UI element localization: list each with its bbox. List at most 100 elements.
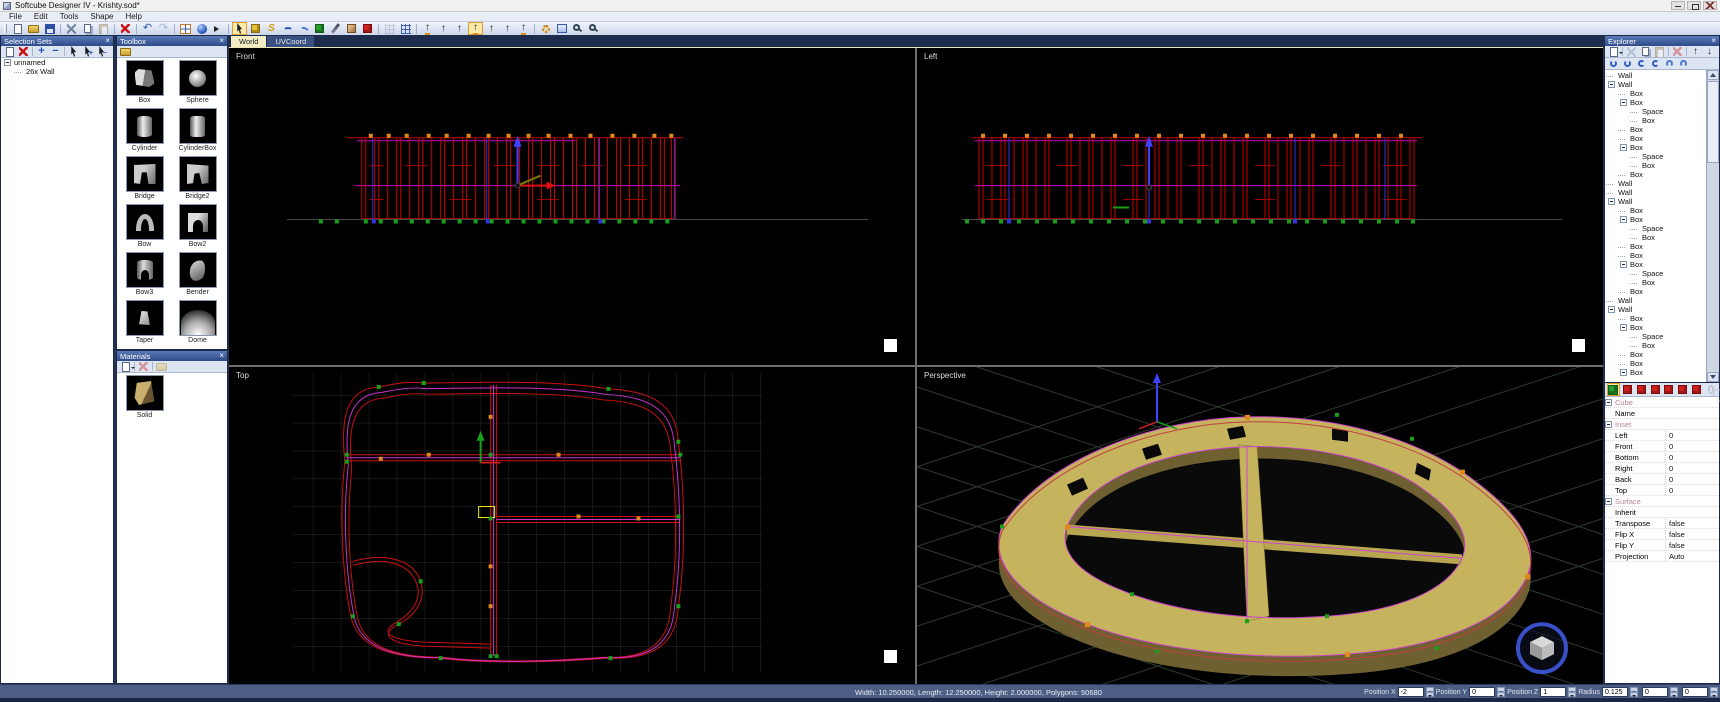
property-value[interactable]: false bbox=[1665, 541, 1719, 550]
panel-tool-button[interactable] bbox=[49, 46, 62, 57]
toolbar-button[interactable] bbox=[140, 22, 155, 35]
tree-item[interactable]: Box bbox=[1605, 89, 1705, 98]
toolbox-item[interactable]: Box bbox=[118, 60, 171, 108]
expander-icon[interactable] bbox=[1620, 351, 1627, 358]
tree-item[interactable]: Box bbox=[1605, 161, 1705, 170]
tree-item[interactable]: Space bbox=[1605, 332, 1705, 341]
property-row[interactable]: Front 0 bbox=[1605, 441, 1719, 452]
tree-item[interactable]: Space bbox=[1605, 224, 1705, 233]
toolbar-button[interactable] bbox=[500, 22, 515, 35]
expander-icon[interactable] bbox=[1632, 279, 1639, 286]
menu-item[interactable]: Shape bbox=[85, 12, 118, 21]
expander-icon[interactable] bbox=[16, 68, 23, 75]
expander-icon[interactable] bbox=[4, 59, 11, 66]
expander-icon[interactable] bbox=[1608, 81, 1615, 88]
panel-tool-button[interactable] bbox=[67, 46, 80, 57]
property-row[interactable]: Back 0 bbox=[1605, 474, 1719, 485]
toolbar-button[interactable] bbox=[398, 22, 413, 35]
property-row[interactable]: Top 0 bbox=[1605, 485, 1719, 496]
panel-tool-button[interactable] bbox=[81, 46, 94, 57]
tree-item[interactable]: Box bbox=[1605, 143, 1705, 152]
tree-item[interactable]: Box bbox=[1605, 287, 1705, 296]
toolbar-button[interactable] bbox=[312, 22, 327, 35]
toolbar-button[interactable] bbox=[360, 22, 375, 35]
group-expander-icon[interactable] bbox=[1605, 520, 1612, 527]
toolbox-item[interactable]: Sphere bbox=[171, 60, 224, 108]
menu-item[interactable]: File bbox=[4, 12, 27, 21]
toolbar-button[interactable] bbox=[570, 22, 585, 35]
toolbar-button[interactable] bbox=[194, 22, 209, 35]
scrollbar-thumb[interactable] bbox=[1707, 81, 1719, 163]
toolbar-button[interactable] bbox=[328, 22, 343, 35]
property-row[interactable]: Transpose false bbox=[1605, 518, 1719, 529]
property-row[interactable]: Bottom 0 bbox=[1605, 452, 1719, 463]
toolbox-item[interactable]: Dome bbox=[171, 300, 224, 348]
property-value[interactable]: 0 bbox=[1665, 431, 1719, 440]
toolbar-button[interactable] bbox=[42, 22, 57, 35]
property-row[interactable]: Flip X false bbox=[1605, 529, 1719, 540]
toolbar-button[interactable] bbox=[80, 22, 95, 35]
tree-item[interactable]: unnamed bbox=[1, 58, 113, 67]
expander-icon[interactable] bbox=[1608, 306, 1615, 313]
group-expander-icon[interactable] bbox=[1605, 410, 1612, 417]
expander-icon[interactable] bbox=[1620, 315, 1627, 322]
expander-icon[interactable] bbox=[1608, 198, 1615, 205]
tree-item[interactable]: Box bbox=[1605, 278, 1705, 287]
tree-item[interactable]: Box bbox=[1605, 98, 1705, 107]
group-expander-icon[interactable] bbox=[1605, 509, 1612, 516]
property-value[interactable]: false bbox=[1665, 530, 1719, 539]
panel-tool-button[interactable] bbox=[155, 361, 168, 372]
status-field-input[interactable]: 0.125 bbox=[1602, 687, 1628, 697]
group-expander-icon[interactable] bbox=[1605, 542, 1612, 549]
toolbox-item[interactable]: Taper bbox=[118, 300, 171, 348]
spinner-down-icon[interactable] bbox=[1568, 692, 1576, 697]
tree-item[interactable]: Space bbox=[1605, 269, 1705, 278]
maximize-button[interactable] bbox=[1687, 1, 1701, 10]
viewport-marker[interactable] bbox=[1572, 339, 1585, 352]
front-viewport[interactable]: Front bbox=[229, 48, 915, 365]
spinner-down-icon[interactable] bbox=[1710, 692, 1718, 697]
expander-icon[interactable] bbox=[1620, 171, 1627, 178]
property-row[interactable]: Right 0 bbox=[1605, 463, 1719, 474]
toolbox-item[interactable]: Cylinder bbox=[118, 108, 171, 156]
toolbar-button[interactable] bbox=[538, 22, 553, 35]
tree-item[interactable]: Wall bbox=[1605, 305, 1705, 314]
spinner-down-icon[interactable] bbox=[1670, 692, 1678, 697]
menu-item[interactable]: Edit bbox=[29, 12, 53, 21]
tree-item[interactable]: Box bbox=[1605, 368, 1705, 377]
panel-tool-button[interactable] bbox=[35, 46, 48, 57]
tree-item[interactable]: Wall bbox=[1605, 71, 1705, 80]
expander-icon[interactable] bbox=[1632, 117, 1639, 124]
toolbar-button[interactable] bbox=[232, 22, 247, 35]
properties-tool-button[interactable] bbox=[1676, 383, 1689, 396]
status-field-input[interactable]: 0 bbox=[1469, 687, 1495, 697]
scroll-down-icon[interactable] bbox=[1707, 372, 1719, 382]
tree-item[interactable]: Box bbox=[1605, 206, 1705, 215]
tree-item[interactable]: Wall bbox=[1605, 179, 1705, 188]
toolbar-button[interactable] bbox=[344, 22, 359, 35]
property-value[interactable]: 0 bbox=[1665, 453, 1719, 462]
tree-item[interactable]: Box bbox=[1605, 215, 1705, 224]
expander-icon[interactable] bbox=[1632, 234, 1639, 241]
property-row[interactable]: Cube bbox=[1605, 397, 1719, 408]
toolbar-button[interactable] bbox=[210, 22, 225, 35]
tree-item[interactable]: Box bbox=[1605, 116, 1705, 125]
toolbox-item[interactable]: Bow3 bbox=[118, 252, 171, 300]
expander-icon[interactable] bbox=[1632, 153, 1639, 160]
expander-icon[interactable] bbox=[1620, 207, 1627, 214]
tree-item[interactable]: Box bbox=[1605, 350, 1705, 359]
toolbar-button[interactable] bbox=[586, 22, 601, 35]
property-row[interactable]: Name bbox=[1605, 408, 1719, 419]
property-value[interactable]: 0 bbox=[1665, 442, 1719, 451]
toolbar-button[interactable] bbox=[280, 22, 295, 35]
properties-tool-button[interactable] bbox=[1607, 383, 1620, 396]
toolbar-button[interactable] bbox=[64, 22, 79, 35]
viewport-tab[interactable]: World bbox=[231, 36, 266, 47]
expander-icon[interactable] bbox=[1620, 216, 1627, 223]
group-expander-icon[interactable] bbox=[1605, 487, 1612, 494]
menu-item[interactable]: Tools bbox=[55, 12, 84, 21]
tree-item[interactable]: Box bbox=[1605, 260, 1705, 269]
expander-icon[interactable] bbox=[1620, 90, 1627, 97]
property-value[interactable]: 0 bbox=[1665, 464, 1719, 473]
toolbar-button[interactable] bbox=[382, 22, 397, 35]
